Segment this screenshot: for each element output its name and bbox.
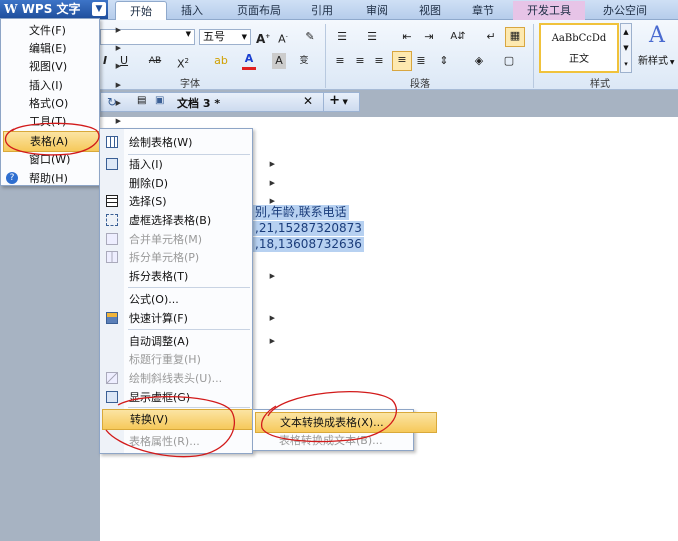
tab-chapter[interactable]: 章节	[461, 1, 505, 20]
menu-item-insert[interactable]: 插入(I) ▶	[1, 76, 127, 95]
increase-indent-icon[interactable]: ⇥	[420, 29, 438, 45]
menu-item-file[interactable]: 文件(F) ▶	[1, 21, 127, 40]
decrease-indent-icon[interactable]: ⇤	[398, 29, 416, 45]
help-icon: ?	[6, 172, 18, 184]
justify-icon[interactable]: ≡	[392, 51, 412, 71]
menu-item-format[interactable]: 格式(O) ▶	[1, 94, 127, 113]
font-size-combo[interactable]: 五号 ▼	[199, 29, 251, 45]
menu-item-split-cells[interactable]: 拆分单元格(P)	[100, 248, 281, 267]
tab-view[interactable]: 视图	[408, 1, 452, 20]
paragraph-group-label: 段落	[410, 79, 430, 90]
document-tab-bar: ↻ ▤ ▣ 文档 3 * ✕ + ▼	[100, 92, 360, 112]
menu-item-merge-cells[interactable]: 合并单元格(M)	[100, 230, 281, 249]
line-spacing-icon[interactable]: ⇕	[436, 53, 452, 69]
font-group-label: 字体	[180, 79, 200, 90]
phonetic-icon[interactable]: 变	[294, 53, 314, 69]
document-icon: ▣	[155, 95, 165, 106]
menu-item-view[interactable]: 视图(V) ▶	[1, 57, 127, 76]
style-gallery-item[interactable]: AaBbCcDd 正文	[539, 23, 619, 73]
numbered-list-icon[interactable]: ☰	[363, 29, 381, 45]
style-name: 正文	[569, 54, 589, 65]
align-left-icon[interactable]: ≡	[333, 53, 347, 69]
style-scroll[interactable]: ▲ ▼ ▾	[620, 23, 632, 73]
split-cells-icon	[106, 251, 118, 263]
font-size-value: 五号	[203, 30, 225, 43]
table-submenu: 绘制表格(W) 插入(I) ▶ 删除(D) ▶ 选择(S) ▶ 虚框选择表格(B) 合…	[99, 128, 279, 454]
merge-cells-icon	[106, 233, 118, 245]
menu-item-diagonal-header[interactable]: 绘制斜线表头(U)...	[100, 369, 281, 388]
quick-calc-icon	[106, 312, 118, 324]
tab-list-icon[interactable]: ▤	[137, 95, 146, 106]
shading-icon[interactable]: ◈	[470, 53, 488, 69]
tab-home[interactable]: 开始	[115, 1, 167, 21]
shrink-font-icon[interactable]: A-	[276, 29, 290, 46]
wps-logo-icon: W	[4, 2, 22, 16]
clear-format-icon[interactable]: ✎	[302, 29, 318, 45]
borders-icon[interactable]: ▢	[500, 53, 518, 69]
wps-app-button[interactable]: W WPS 文字 ▼	[0, 0, 108, 19]
document-tab-title[interactable]: 文档 3 *	[177, 95, 220, 111]
align-center-icon[interactable]: ≡	[353, 53, 367, 69]
app-title: WPS 文字	[21, 2, 81, 16]
menu-item-quick-calc[interactable]: 快速计算(F) ▶	[100, 309, 281, 328]
show-marks-icon[interactable]: ↵	[484, 29, 498, 45]
chevron-down-icon: ▼	[185, 30, 191, 38]
menu-separator	[128, 287, 250, 288]
tab-insert[interactable]: 插入	[170, 1, 214, 20]
grow-font-icon[interactable]: A+	[256, 29, 270, 46]
table-borders-icon[interactable]: ▦	[505, 27, 525, 47]
show-gridlines-icon	[106, 391, 118, 403]
distribute-icon[interactable]: ≣	[414, 53, 428, 69]
menu-item-formula[interactable]: 公式(O)...	[100, 290, 281, 309]
menu-separator	[128, 407, 250, 408]
dotted-table-icon	[106, 214, 118, 226]
new-style-icon[interactable]: A	[642, 25, 672, 47]
menu-item-dotted-select[interactable]: 虚框选择表格(B)	[100, 211, 281, 230]
menu-item-text-to-table[interactable]: 文本转换成表格(X)...	[255, 412, 437, 433]
char-shading-icon[interactable]: A	[272, 53, 286, 69]
menu-item-show-gridlines[interactable]: 显示虚框(G)	[100, 388, 281, 407]
menu-item-draw-table[interactable]: 绘制表格(W)	[100, 133, 281, 152]
tab-office-space[interactable]: 办公空间	[592, 1, 658, 20]
style-group-label: 样式	[590, 79, 610, 90]
menu-item-insert[interactable]: 插入(I) ▶	[100, 155, 281, 174]
tab-references[interactable]: 引用	[300, 1, 344, 20]
new-style-label[interactable]: 新样式 ▼	[638, 52, 678, 67]
font-color-icon[interactable]: A	[242, 53, 256, 70]
insert-table-icon	[106, 158, 118, 170]
main-menu: 文件(F) ▶ 编辑(E) ▶ 视图(V) ▶ 插入(I) ▶ 格式(O) ▶ 工具(T)…	[0, 18, 125, 186]
menu-item-delete[interactable]: 删除(D) ▶	[100, 174, 281, 193]
tab-page-layout[interactable]: 页面布局	[228, 1, 290, 20]
superscript-icon[interactable]: X2	[176, 53, 190, 71]
menu-item-table-to-text[interactable]: 表格转换成文本(B)...	[253, 431, 439, 450]
tab-developer[interactable]: 开发工具	[513, 1, 585, 20]
chinese-layout-icon[interactable]: A⇵	[448, 29, 468, 45]
menu-item-repeat-header[interactable]: 标题行重复(H)	[100, 350, 281, 369]
diagonal-header-icon	[106, 372, 118, 384]
close-icon[interactable]: ✕	[303, 94, 313, 108]
style-preview: AaBbCcDd	[551, 33, 607, 44]
chevron-down-icon: ▼	[241, 33, 247, 41]
bullet-list-icon[interactable]: ☰	[333, 29, 351, 45]
draw-table-icon	[106, 136, 118, 148]
tab-review[interactable]: 审阅	[355, 1, 399, 20]
ribbon-separator	[533, 24, 534, 88]
highlight-icon[interactable]: ab	[212, 53, 230, 69]
menu-item-autofit[interactable]: 自动调整(A) ▶	[100, 332, 281, 351]
align-right-icon[interactable]: ≡	[372, 53, 386, 69]
convert-submenu: 文本转换成表格(X)... 表格转换成文本(B)...	[252, 409, 437, 451]
select-table-icon	[106, 195, 118, 207]
menu-separator	[128, 329, 250, 330]
strikethrough-icon[interactable]: AB	[146, 53, 164, 69]
chevron-down-icon: ▼	[92, 2, 106, 16]
menu-item-select[interactable]: 选择(S) ▶	[100, 192, 281, 211]
ribbon-separator	[325, 24, 326, 88]
new-tab-button[interactable]: + ▼	[323, 93, 353, 111]
menu-item-edit[interactable]: 编辑(E) ▶	[1, 39, 127, 58]
menu-item-split-table[interactable]: 拆分表格(T) ▶	[100, 267, 281, 286]
